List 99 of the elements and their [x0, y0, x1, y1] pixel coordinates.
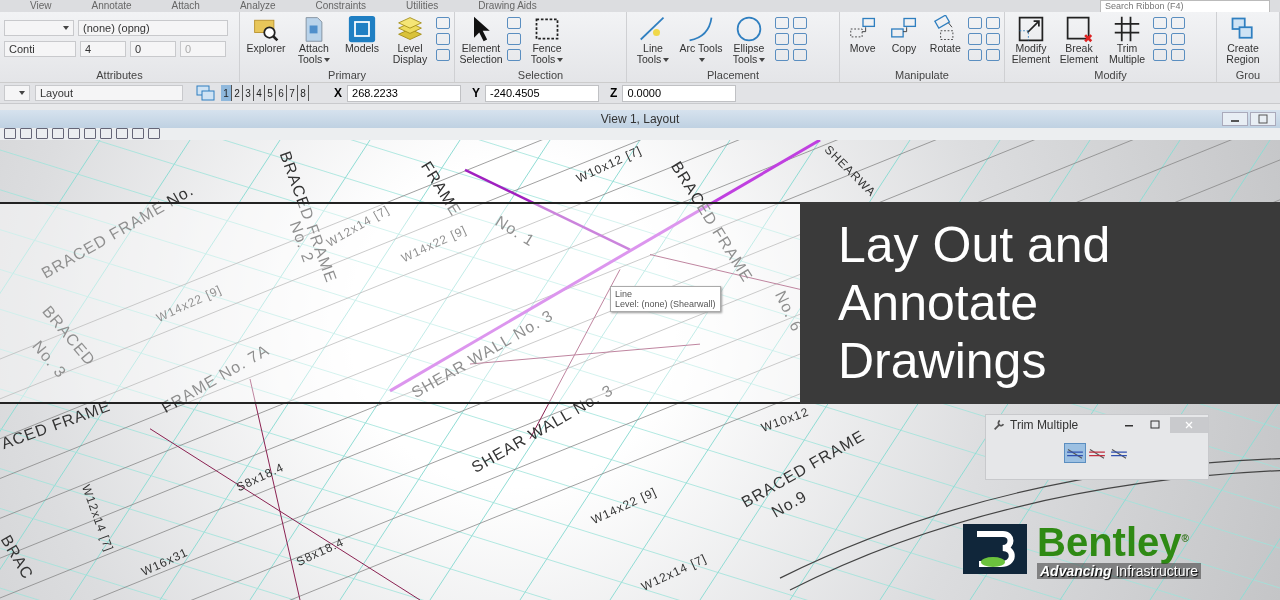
- trim-mode-icon: [1088, 446, 1106, 460]
- ribbon-button[interactable]: Line Tools: [631, 15, 675, 65]
- minimize-button[interactable]: [1222, 112, 1248, 126]
- ribbon-button[interactable]: Models: [340, 15, 384, 54]
- coordinate-field[interactable]: 268.2233: [347, 84, 461, 102]
- view-button[interactable]: 5: [265, 85, 276, 101]
- view-tool-icon[interactable]: [116, 128, 128, 139]
- ribbon-button[interactable]: Move: [844, 15, 882, 54]
- view-button[interactable]: 8: [298, 85, 309, 101]
- ribbon-button[interactable]: Arc Tools: [679, 15, 723, 65]
- coordinate-field[interactable]: -240.4505: [485, 84, 600, 102]
- view-button[interactable]: 6: [276, 85, 287, 101]
- caret-icon: [699, 58, 705, 63]
- caret-icon: [663, 58, 670, 63]
- line-style-dropdown[interactable]: Conti: [4, 41, 76, 57]
- coordinate-field[interactable]: 0.0000: [622, 84, 737, 102]
- small-tools-icon[interactable]: [507, 15, 521, 61]
- view-tool-icon[interactable]: [68, 128, 80, 139]
- layers-icon: [396, 15, 424, 43]
- search-field[interactable]: Search Ribbon (F4): [1100, 0, 1270, 13]
- view-button[interactable]: 7: [287, 85, 298, 101]
- dropdown[interactable]: [4, 85, 30, 101]
- trim-mode-icon: [1110, 446, 1128, 460]
- small-tools-icon[interactable]: [436, 15, 450, 61]
- group-label: Selection: [516, 69, 565, 82]
- break-icon: [1065, 15, 1093, 43]
- ribbon-tab[interactable]: Constraints: [315, 0, 367, 12]
- view-button[interactable]: 1: [221, 85, 232, 101]
- group-label: Placement: [706, 69, 760, 82]
- window-title: View 1, Layout: [600, 112, 680, 126]
- group-label: Attributes: [95, 69, 144, 82]
- ribbon-tab[interactable]: Attach: [171, 0, 200, 12]
- ellipse-icon: [735, 15, 763, 43]
- trim-mode-button[interactable]: [1064, 443, 1086, 463]
- logo-icon: [963, 523, 1027, 574]
- ribbon-tab[interactable]: Annotate: [91, 0, 132, 12]
- ribbon-button[interactable]: Attach Tools: [292, 15, 336, 65]
- color-dropdown[interactable]: 0: [130, 41, 176, 57]
- weight-dropdown[interactable]: 4: [80, 41, 126, 57]
- maximize-icon: [1258, 114, 1268, 124]
- small-tools-icon[interactable]: [775, 15, 807, 61]
- line-bulb-icon: [639, 15, 667, 43]
- view-tool-icon[interactable]: [52, 128, 64, 139]
- ribbon-tab[interactable]: Utilities: [406, 0, 439, 12]
- maximize-icon: [1150, 420, 1160, 430]
- arc-icon: [687, 15, 715, 43]
- level-dropdown[interactable]: (none) (opng): [78, 20, 228, 36]
- brand-tagline: Advancing Infrastructure: [1037, 563, 1201, 580]
- ribbon-button[interactable]: Modify Element: [1009, 15, 1053, 65]
- group-label: Modify: [1093, 69, 1128, 82]
- caret-icon: [19, 91, 25, 95]
- trim-mode-icon: [1066, 446, 1084, 460]
- caret-icon: [63, 26, 69, 30]
- ribbon-button[interactable]: Ellipse Tools: [727, 15, 771, 65]
- view-button[interactable]: 3: [243, 85, 254, 101]
- ribbon-button[interactable]: Copy: [885, 15, 923, 54]
- view-tool-icon[interactable]: [84, 128, 96, 139]
- brand-name: Bentley$^{®}$: [1037, 519, 1190, 564]
- ribbon-tab[interactable]: Drawing Aids: [478, 0, 537, 12]
- trim-icon: [1113, 15, 1141, 43]
- ribbon-button[interactable]: Fence Tools: [525, 15, 569, 65]
- caret-icon: [324, 58, 331, 63]
- dialog-title: Trim Multiple: [1010, 418, 1080, 432]
- ribbon-button[interactable]: Element Selection: [459, 15, 503, 65]
- group-label: Manipulate: [894, 69, 950, 82]
- small-tools-icon[interactable]: [1153, 15, 1185, 61]
- view-tool-icon[interactable]: [36, 128, 48, 139]
- ribbon-button[interactable]: Rotate: [926, 15, 964, 54]
- small-tools-icon[interactable]: [968, 15, 1000, 61]
- wrench-icon: [992, 418, 1006, 432]
- tooltip-title: Line: [615, 289, 633, 299]
- axis-label: Y: [472, 86, 481, 100]
- models-icon: [348, 15, 376, 43]
- axis-label: X: [334, 86, 342, 100]
- ribbon-button[interactable]: Level Display: [388, 15, 432, 65]
- tooltip-detail: Level: (none) (Shearwall): [615, 299, 716, 309]
- ribbon-button[interactable]: Explorer: [244, 15, 288, 54]
- banner-title: Lay Out and Annotate Drawings: [838, 216, 1112, 390]
- ribbon-button[interactable]: Trim Multiple: [1105, 15, 1149, 65]
- axis-label: Z: [610, 86, 618, 100]
- ribbon-tab[interactable]: Analyze: [239, 0, 276, 12]
- ribbon-button[interactable]: Create Region: [1221, 15, 1265, 65]
- view-tool-icon[interactable]: [20, 128, 32, 139]
- view-tool-icon[interactable]: [100, 128, 112, 139]
- modify-icon: [1017, 15, 1045, 43]
- ribbon-tab[interactable]: View: [30, 0, 52, 12]
- model-dropdown[interactable]: Layout: [35, 85, 183, 101]
- caret-icon: [557, 58, 564, 63]
- drawing-label: No. 1: [492, 212, 539, 250]
- view-tool-icon[interactable]: [148, 128, 160, 139]
- ribbon-button[interactable]: Break Element: [1057, 15, 1101, 65]
- group-label: Primary: [327, 69, 367, 82]
- group-label: Grou: [1234, 69, 1262, 82]
- view-tool-icon[interactable]: [132, 128, 144, 139]
- view-button[interactable]: 2: [232, 85, 243, 101]
- close-icon: [1184, 420, 1194, 430]
- view-tool-icon[interactable]: [4, 128, 16, 139]
- caret-icon: [759, 58, 766, 63]
- view-button[interactable]: 4: [254, 85, 265, 101]
